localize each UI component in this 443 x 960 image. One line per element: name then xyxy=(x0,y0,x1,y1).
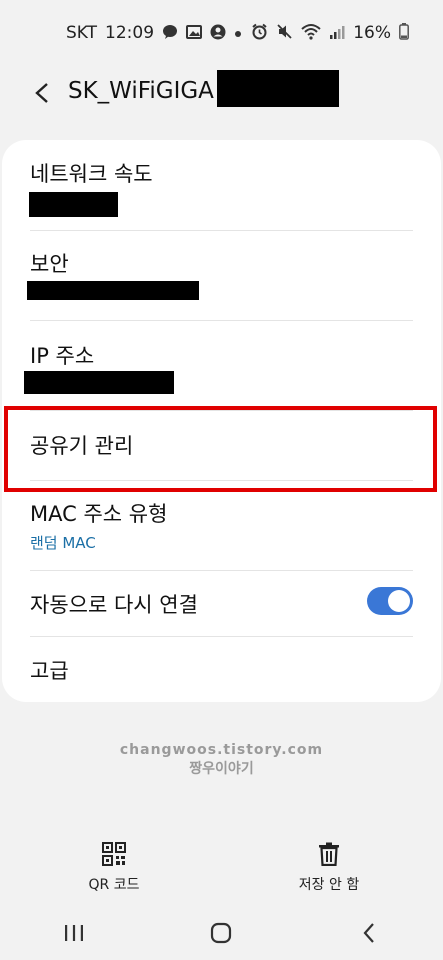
account-icon xyxy=(210,24,226,43)
battery-icon xyxy=(399,23,409,43)
divider xyxy=(30,636,413,637)
status-right: 16% xyxy=(251,23,409,43)
alarm-icon xyxy=(251,23,268,43)
highlight-box xyxy=(4,406,437,492)
divider xyxy=(30,230,413,231)
recent-apps-button[interactable] xyxy=(44,913,104,953)
network-speed-row: 네트워크 속도 xyxy=(2,158,441,188)
mac-type-value: 랜덤 MAC xyxy=(30,534,96,552)
carrier-label: SKT xyxy=(66,23,98,43)
redaction-bar xyxy=(27,281,199,300)
watermark-name: 짱우이야기 xyxy=(189,761,254,777)
security-label: 보안 xyxy=(30,252,69,276)
system-navbar xyxy=(0,906,443,960)
wifi-icon xyxy=(301,23,321,43)
status-bar: SKT 12:09 16% xyxy=(0,0,443,66)
redaction-bar xyxy=(217,70,339,107)
watermark-url: changwoos.tistory.com xyxy=(119,742,324,758)
advanced-label: 고급 xyxy=(30,659,69,683)
gallery-icon xyxy=(186,24,203,43)
signal-icon xyxy=(329,24,345,43)
mute-icon xyxy=(276,23,293,43)
ip-address-row: IP 주소 xyxy=(2,340,441,370)
back-button[interactable] xyxy=(28,76,56,110)
network-name-title: SK_WiFiGIGA xyxy=(68,78,214,104)
home-icon xyxy=(211,922,232,944)
forget-network-button[interactable]: 저장 안 함 xyxy=(259,840,399,894)
status-left: SKT 12:09 xyxy=(66,23,242,43)
advanced-row[interactable]: 고급 xyxy=(2,655,441,695)
app-header: SK_WiFiGIGA xyxy=(0,66,443,120)
redaction-bar xyxy=(24,371,174,394)
chat-icon xyxy=(162,24,178,43)
recent-apps-icon xyxy=(64,925,83,941)
divider xyxy=(30,320,413,321)
home-button[interactable] xyxy=(191,913,251,953)
notification-dot-icon xyxy=(234,25,242,41)
qr-code-button[interactable]: QR 코드 xyxy=(44,840,184,894)
security-row: 보안 xyxy=(2,248,441,278)
battery-percent: 16% xyxy=(353,23,391,43)
back-nav-button[interactable] xyxy=(339,913,399,953)
divider xyxy=(30,570,413,571)
redaction-bar xyxy=(29,192,118,217)
mac-type-label: MAC 주소 유형 xyxy=(30,502,168,526)
trash-icon xyxy=(319,842,339,866)
qr-code-label: QR 코드 xyxy=(88,877,140,893)
ip-address-label: IP 주소 xyxy=(30,344,95,368)
back-arrow-icon xyxy=(363,923,374,943)
clock: 12:09 xyxy=(105,23,155,43)
toggle-knob xyxy=(388,590,410,612)
network-speed-label: 네트워크 속도 xyxy=(30,162,153,186)
chevron-left-icon xyxy=(35,83,48,103)
qr-code-icon xyxy=(102,842,126,866)
mac-type-row[interactable]: MAC 주소 유형 랜덤 MAC xyxy=(2,498,441,553)
forget-network-label: 저장 안 함 xyxy=(298,877,360,893)
auto-reconnect-toggle[interactable] xyxy=(367,587,413,615)
